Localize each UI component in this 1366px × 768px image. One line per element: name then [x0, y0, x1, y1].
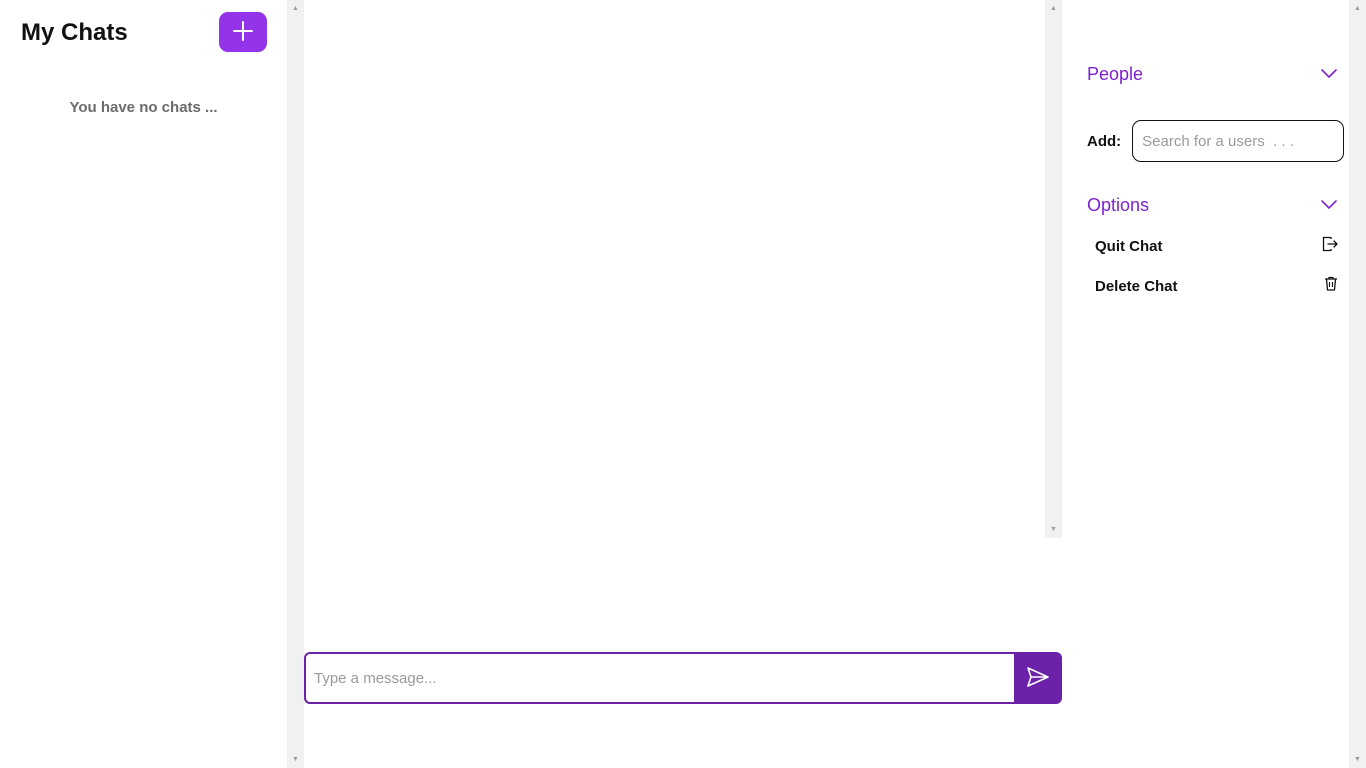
sidebar-title: My Chats [21, 19, 128, 46]
people-section-header[interactable]: People [1087, 64, 1337, 85]
chats-sidebar: My Chats You have no chats ... [0, 0, 287, 768]
delete-chat-label: Delete Chat [1095, 277, 1178, 295]
quit-chat-label: Quit Chat [1095, 238, 1163, 255]
plus-icon [233, 20, 253, 44]
delete-chat-option[interactable]: Delete Chat [1095, 276, 1338, 296]
scroll-up-arrow-icon[interactable]: ▲ [1349, 0, 1366, 17]
messages-scrollbar[interactable]: ▲ ▼ [1045, 0, 1062, 538]
options-title: Options [1087, 195, 1150, 215]
chat-app: My Chats You have no chats ... ▲ ▼ ▲ ▼ T… [0, 0, 1366, 768]
chevron-down-icon[interactable] [1321, 66, 1337, 84]
chat-details-panel: People Add: Options Quit Chat [1062, 0, 1349, 768]
quit-chat-option[interactable]: Quit Chat [1095, 236, 1338, 257]
add-user-row: Add: [1087, 120, 1345, 162]
empty-chats-message: You have no chats ... [69, 99, 218, 116]
chevron-down-icon[interactable] [1321, 197, 1337, 215]
page-scrollbar[interactable]: ▲ ▼ [1349, 0, 1366, 768]
message-input[interactable] [304, 652, 1014, 704]
scroll-up-arrow-icon[interactable]: ▲ [1045, 0, 1062, 17]
scroll-down-arrow-icon[interactable]: ▼ [287, 751, 304, 768]
messages-area [304, 0, 1045, 538]
scroll-down-arrow-icon[interactable]: ▼ [1045, 521, 1062, 538]
options-section-header[interactable]: Options [1087, 195, 1337, 216]
user-search-input[interactable] [1132, 120, 1345, 162]
trash-icon [1324, 276, 1338, 296]
scroll-down-arrow-icon[interactable]: ▼ [1349, 751, 1366, 768]
sidebar-scrollbar[interactable]: ▲ ▼ [287, 0, 304, 768]
message-composer [304, 652, 1062, 704]
add-label: Add: [1087, 132, 1122, 150]
send-button[interactable] [1014, 652, 1062, 704]
new-chat-button[interactable] [219, 12, 267, 52]
exit-icon [1322, 236, 1338, 257]
people-title: People [1087, 64, 1144, 84]
scroll-up-arrow-icon[interactable]: ▲ [287, 0, 304, 17]
send-icon [1026, 666, 1050, 691]
